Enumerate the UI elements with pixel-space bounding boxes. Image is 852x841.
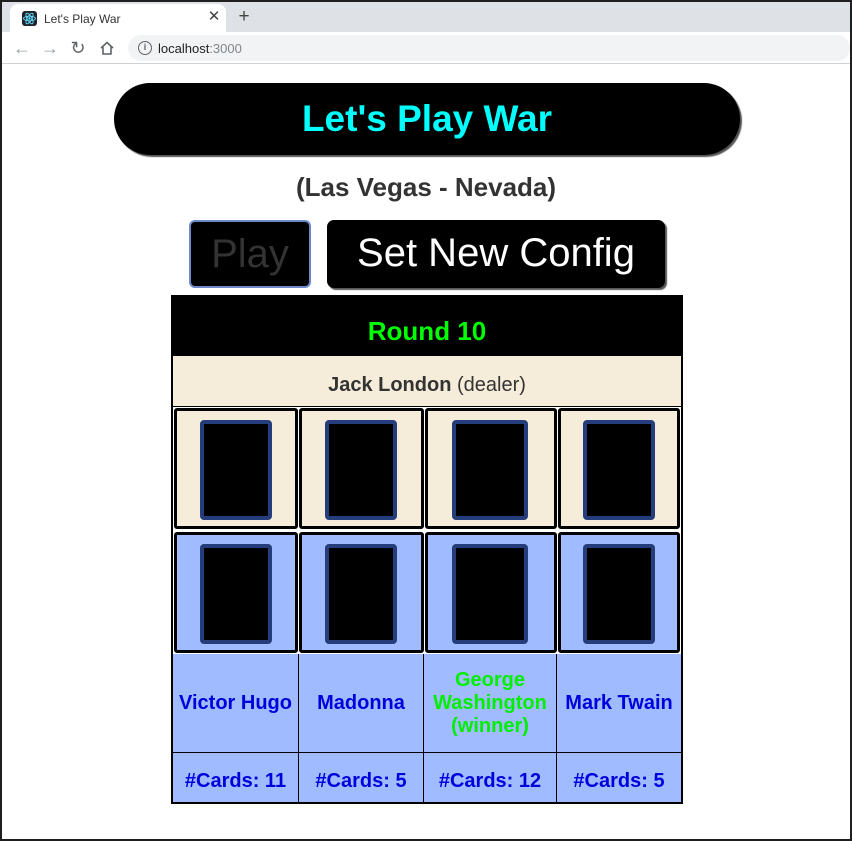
player-card-cell bbox=[425, 532, 557, 653]
card-back bbox=[452, 420, 528, 520]
card-count: #Cards: 11 bbox=[173, 753, 299, 802]
browser-tab[interactable]: Let's Play War ✕ bbox=[10, 4, 226, 32]
player-card-cell bbox=[299, 532, 424, 653]
close-tab-icon[interactable]: ✕ bbox=[206, 9, 222, 25]
round-header: Round 10 bbox=[173, 297, 681, 355]
set-new-config-button[interactable]: Set New Config bbox=[327, 220, 665, 288]
dealer-card-cell bbox=[299, 408, 424, 529]
dealer-label: Jack London (dealer) bbox=[328, 374, 526, 396]
dealer-card-cell bbox=[425, 408, 557, 529]
card-back bbox=[583, 544, 655, 644]
url-text: localhost:3000 bbox=[158, 41, 242, 56]
dealer-row: Jack London (dealer) bbox=[173, 355, 681, 407]
play-button[interactable]: Play bbox=[189, 220, 311, 288]
game-board: Round 10 Jack London (dealer) Victor Hug… bbox=[171, 295, 683, 804]
player-name: Mark Twain bbox=[557, 654, 681, 753]
reload-icon[interactable]: ↻ bbox=[68, 38, 88, 58]
player-card-cell bbox=[558, 532, 680, 653]
card-back bbox=[200, 544, 272, 644]
browser-toolbar: ← → ↻ i localhost:3000 bbox=[2, 32, 850, 64]
home-icon[interactable] bbox=[97, 38, 117, 58]
tab-title: Let's Play War bbox=[44, 12, 121, 26]
card-back bbox=[452, 544, 528, 644]
card-back bbox=[325, 420, 397, 520]
card-back bbox=[583, 420, 655, 520]
dealer-card-cell bbox=[558, 408, 680, 529]
player-name: Victor Hugo bbox=[173, 654, 299, 753]
back-arrow-icon[interactable]: ← bbox=[12, 38, 32, 58]
react-logo-icon bbox=[22, 11, 37, 26]
new-tab-icon[interactable]: + bbox=[234, 7, 254, 27]
player-name-winner: George Washington (winner) bbox=[424, 654, 557, 753]
card-count: #Cards: 5 bbox=[557, 753, 681, 802]
address-bar[interactable]: i localhost:3000 bbox=[128, 35, 850, 61]
site-info-icon[interactable]: i bbox=[138, 41, 152, 55]
forward-arrow-icon[interactable]: → bbox=[40, 38, 60, 58]
card-count: #Cards: 5 bbox=[299, 753, 424, 802]
browser-tab-strip: Let's Play War ✕ + bbox=[2, 2, 850, 32]
player-card-cell bbox=[174, 532, 298, 653]
player-name: Madonna bbox=[299, 654, 424, 753]
card-back bbox=[200, 420, 272, 520]
location-label: (Las Vegas - Nevada) bbox=[295, 172, 557, 202]
dealer-card-cell bbox=[174, 408, 298, 529]
card-count: #Cards: 12 bbox=[424, 753, 557, 802]
page-title: Let's Play War bbox=[301, 98, 553, 139]
title-banner: Let's Play War bbox=[114, 83, 740, 155]
card-back bbox=[325, 544, 397, 644]
